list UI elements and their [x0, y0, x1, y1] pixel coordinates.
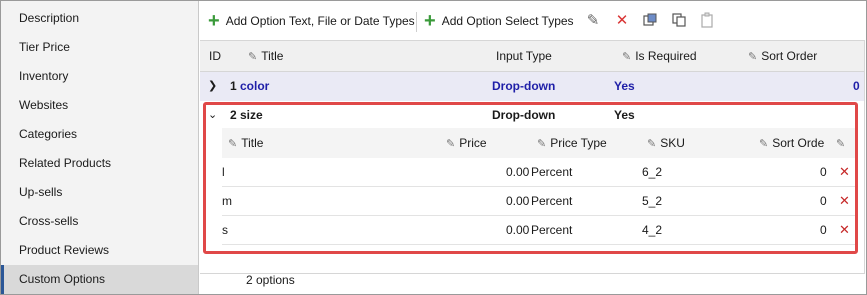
row-title: size — [240, 108, 263, 122]
value-title: l — [222, 165, 225, 179]
column-header-sort-order[interactable]: ✎ Sort Order — [748, 41, 817, 71]
delete-row-icon[interactable]: ✕ — [839, 158, 850, 186]
value-sku: 6_2 — [642, 165, 663, 179]
column-header-is-required[interactable]: ✎ Is Required — [622, 41, 697, 71]
row-is-required: Yes — [614, 79, 635, 93]
column-header-id[interactable]: ID — [209, 41, 221, 71]
option-values-grid: ✎ Title ✎ Price ✎ Price Type ✎ SKU ✎ Sort Ord… — [222, 128, 862, 246]
column-header-input-type[interactable]: Input Type — [496, 41, 552, 71]
value-price-type: Percent — [531, 165, 573, 179]
edit-icon[interactable]: ✎ — [584, 12, 602, 30]
copy-icon[interactable] — [641, 12, 659, 30]
row-input-type: Drop-down — [492, 108, 556, 122]
plus-icon: + — [208, 10, 220, 32]
column-header-sort-order[interactable]: ✎ Sort Orde — [759, 128, 824, 158]
column-header-is-required-label: Is Required — [635, 49, 697, 63]
pencil-icon: ✎ — [622, 51, 632, 63]
pencil-icon: ✎ — [836, 138, 846, 150]
column-header-title-label: Title — [241, 136, 264, 150]
value-sort-order: 0 — [820, 223, 827, 237]
sidebar-item-product-reviews[interactable]: Product Reviews — [1, 236, 198, 265]
add-select-option-button[interactable]: + Add Option Select Types — [424, 4, 574, 38]
sidebar-item-related-products[interactable]: Related Products — [1, 149, 198, 178]
value-title: s — [222, 223, 228, 237]
pencil-icon: ✎ — [759, 138, 769, 150]
delete-icon[interactable]: ✕ — [613, 12, 631, 30]
value-price: 0.00 — [506, 223, 530, 237]
column-header-price[interactable]: ✎ Price — [446, 128, 487, 158]
options-count: 2 options — [246, 273, 295, 287]
column-header-title-label: Title — [261, 49, 284, 63]
column-header-sort-order-label: Sort Order — [761, 49, 818, 63]
table-row[interactable]: ⌄ 2 size Drop-down Yes — [200, 101, 864, 129]
row-is-required: Yes — [614, 108, 635, 122]
expand-chevron-icon[interactable]: ❯ — [208, 72, 217, 101]
table-row[interactable]: s 0.00 Percent 4_2 0 ✕ — [222, 216, 857, 245]
detail-header: ✎ Title ✎ Price ✎ Price Type ✎ SKU ✎ Sort Ord… — [222, 128, 857, 159]
collapse-chevron-icon[interactable]: ⌄ — [208, 101, 217, 129]
duplicate-icon[interactable] — [670, 12, 688, 30]
column-header-title[interactable]: ✎ Title — [228, 128, 263, 158]
column-header-price-label: Price — [459, 136, 487, 150]
pencil-icon: ✎ — [647, 138, 657, 150]
sidebar-item-inventory[interactable]: Inventory — [1, 62, 198, 91]
value-sku: 4_2 — [642, 223, 663, 237]
row-id: 2 — [230, 108, 237, 122]
sidebar-item-tier-price[interactable]: Tier Price — [1, 33, 198, 62]
value-price: 0.00 — [506, 194, 530, 208]
pencil-icon: ✎ — [748, 51, 758, 63]
value-sku: 5_2 — [642, 194, 663, 208]
sidebar-item-websites[interactable]: Websites — [1, 91, 198, 120]
column-header-sku[interactable]: ✎ SKU — [647, 128, 685, 158]
value-price-type: Percent — [531, 194, 573, 208]
paste-icon[interactable] — [698, 12, 716, 30]
row-title: color — [240, 79, 270, 93]
row-id: 1 — [230, 79, 237, 93]
value-title: m — [222, 194, 232, 208]
sidebar-item-categories[interactable]: Categories — [1, 120, 198, 149]
row-input-type: Drop-down — [492, 79, 556, 93]
row-sort-order: 0 — [853, 79, 860, 93]
table-row[interactable]: m 0.00 Percent 5_2 0 ✕ — [222, 187, 857, 216]
column-header-price-type[interactable]: ✎ Price Type — [537, 128, 607, 158]
add-select-option-label: Add Option Select Types — [441, 14, 574, 28]
delete-row-icon[interactable]: ✕ — [839, 216, 850, 244]
plus-icon: + — [424, 10, 436, 32]
add-text-option-button[interactable]: + Add Option Text, File or Date Types — [208, 4, 415, 38]
table-row[interactable]: ❯ 1 color Drop-down Yes 0 — [200, 72, 864, 101]
value-price-type: Percent — [531, 223, 573, 237]
sidebar-item-cross-sells[interactable]: Cross-sells — [1, 207, 198, 236]
pencil-icon: ✎ — [228, 138, 238, 150]
add-text-option-label: Add Option Text, File or Date Types — [225, 14, 415, 28]
pencil-icon: ✎ — [446, 138, 456, 150]
sidebar-item-description[interactable]: Description — [1, 4, 198, 33]
value-price: 0.00 — [506, 165, 530, 179]
sidebar-item-custom-options[interactable]: Custom Options — [1, 265, 198, 294]
column-header-price-type-label: Price Type — [550, 136, 607, 150]
column-header-sort-order-label: Sort Orde — [772, 136, 825, 150]
toolbar: + Add Option Text, File or Date Types + Ad… — [200, 4, 860, 38]
column-header-title[interactable]: ✎ Title — [248, 41, 283, 71]
edit-column-icon[interactable]: ✎ — [836, 128, 849, 158]
pencil-icon: ✎ — [537, 138, 547, 150]
column-header-sku-label: SKU — [660, 136, 685, 150]
value-sort-order: 0 — [820, 194, 827, 208]
delete-row-icon[interactable]: ✕ — [839, 187, 850, 215]
sidebar-item-up-sells[interactable]: Up-sells — [1, 178, 198, 207]
grid-header: ID ✎ Title Input Type ✎ Is Required ✎ Sort … — [200, 41, 864, 72]
pencil-icon: ✎ — [248, 51, 258, 63]
toolbar-divider — [416, 12, 417, 32]
value-sort-order: 0 — [820, 165, 827, 179]
sidebar: Description Tier Price Inventory Website… — [1, 1, 199, 294]
table-row[interactable]: l 0.00 Percent 6_2 0 ✕ — [222, 158, 857, 187]
